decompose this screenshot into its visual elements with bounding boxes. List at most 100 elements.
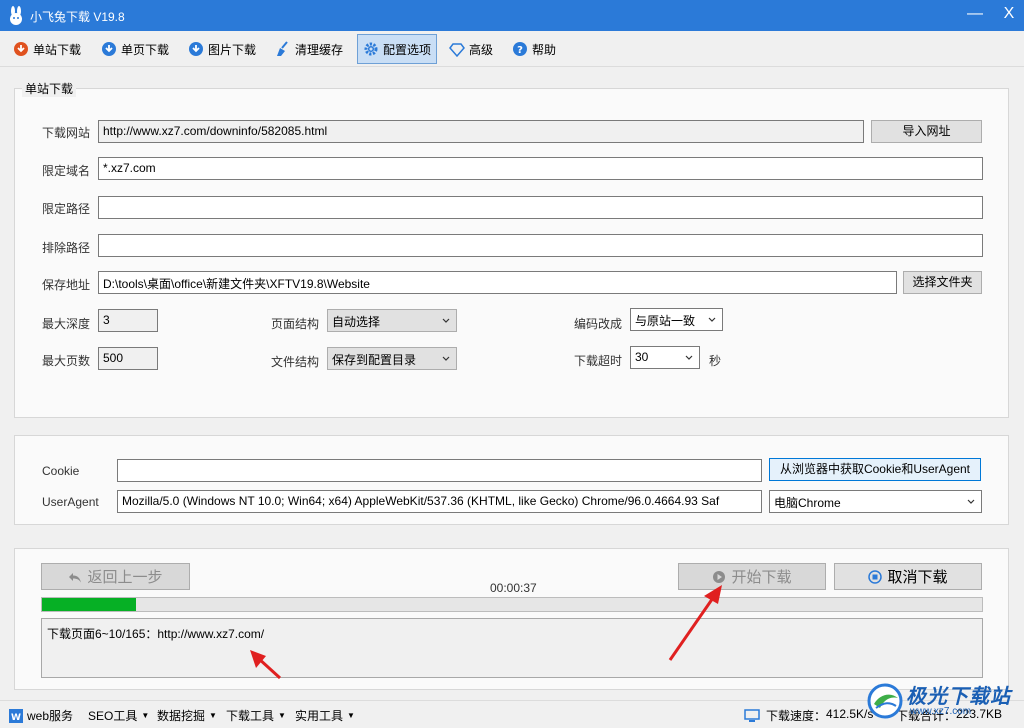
tab-page-download[interactable]: 单页下载 [96,34,174,64]
tab-label: 单页下载 [121,42,170,57]
start-label: 开始下载 [731,569,792,586]
tab-label: 配置选项 [383,42,432,57]
encoding-select[interactable]: 与原站一致 [630,308,723,331]
svg-text:?: ? [517,45,523,56]
page-structure-select[interactable]: 自动选择 [327,309,457,332]
menu-label: 下载工具 [226,709,275,723]
tab-help[interactable]: ? 帮助 [507,34,561,64]
select-value: 电脑Chrome [774,496,841,510]
rabbit-app-icon [10,6,22,25]
caret-down-icon: ▼ [278,711,286,720]
chevron-down-icon [708,317,716,322]
tab-image-download[interactable]: 图片下载 [183,34,261,64]
title-bar: 小飞兔下载 V19.8 — X [0,0,1024,31]
back-label: 返回上一步 [87,569,163,586]
gear-icon [364,42,378,56]
tab-label: 图片下载 [208,42,257,57]
help-icon: ? [513,42,527,56]
file-structure-label: 文件结构 [271,355,320,369]
tab-label: 高级 [469,42,494,57]
menu-label: 数据挖掘 [157,709,206,723]
select-value: 自动选择 [332,315,381,329]
tab-label: 清理缓存 [295,42,344,57]
menu-data-mining[interactable]: 数据挖掘 ▼ [157,707,217,724]
domain-field[interactable]: *.xz7.com [98,157,983,180]
menu-seo-tools[interactable]: SEO工具 ▼ [88,707,149,724]
timeout-select[interactable]: 30 [630,346,700,369]
caret-down-icon: ▼ [141,711,150,720]
minimize-button[interactable]: — [960,3,990,27]
max-depth-field[interactable]: 3 [98,309,158,332]
download-progress-bar [41,597,983,612]
import-url-button[interactable]: 导入网址 [871,120,982,143]
cookie-label: Cookie [42,464,80,478]
toolbar: 单站下载 单页下载 图片下载 清理缓存 配置选项 高级 ? 帮助 [0,31,1024,67]
menu-utility-tools[interactable]: 实用工具 ▼ [295,707,355,724]
progress-fill [42,598,136,611]
watermark-text: 极光下载站 [906,686,1011,708]
chevron-down-icon [967,499,975,504]
menu-label: 实用工具 [295,709,344,723]
menu-label: SEO工具 [88,709,138,723]
tab-clear-cache[interactable]: 清理缓存 [270,34,348,64]
cancel-download-button[interactable]: 取消下载 [834,563,982,590]
url-field[interactable]: http://www.xz7.com/downinfo/582085.html [98,120,864,143]
cookie-field[interactable] [117,459,762,482]
chevron-down-icon [685,355,693,360]
url-label: 下载网站 [42,126,91,140]
select-value: 保存到配置目录 [332,353,417,367]
file-structure-select[interactable]: 保存到配置目录 [327,347,457,370]
back-button[interactable]: 返回上一步 [41,563,190,590]
choose-folder-button[interactable]: 选择文件夹 [903,271,982,294]
tab-label: 单站下载 [33,42,82,57]
get-cookie-ua-button[interactable]: 从浏览器中获取Cookie和UserAgent [769,458,981,481]
close-button[interactable]: X [994,3,1024,27]
menu-label: web服务 [27,709,74,723]
exclude-label: 排除路径 [42,241,91,255]
watermark-url: www.xz7.com [910,706,972,717]
menu-web-service[interactable]: W web服务 [8,707,73,724]
chevron-down-icon [442,356,450,361]
path-label: 限定路径 [42,202,91,216]
window-title: 小飞兔下载 V19.8 [30,10,125,24]
play-icon [713,570,726,583]
cancel-label: 取消下载 [887,569,948,586]
encoding-label: 编码改成 [574,317,623,331]
undo-icon [69,572,82,582]
exclude-path-field[interactable] [98,234,983,257]
save-path-field[interactable]: D:\tools\桌面\office\新建文件夹\XFTV19.8\Websit… [98,271,897,294]
timeout-label: 下载超时 [574,354,623,368]
select-value: 与原站一致 [635,314,696,328]
path-field[interactable] [98,196,983,219]
tab-site-download[interactable]: 单站下载 [8,34,86,64]
speed-label: 下载速度： [766,709,827,723]
diamond-icon [449,43,465,57]
aurora-logo-icon [867,683,903,719]
timeout-unit: 秒 [709,354,722,368]
broom-icon [277,41,288,56]
network-icon [744,709,760,722]
group-title: 单站下载 [22,80,77,97]
save-path-label: 保存地址 [42,278,91,292]
download-cloud-icon [189,42,203,56]
tab-config-options[interactable]: 配置选项 [357,34,438,64]
download-cloud-icon [102,42,116,56]
useragent-field[interactable]: Mozilla/5.0 (Windows NT 10.0; Win64; x64… [117,490,762,513]
stop-icon [868,569,883,584]
max-pages-label: 最大页数 [42,354,91,368]
web-icon: W [9,708,23,723]
menu-download-tools[interactable]: 下载工具 ▼ [226,707,286,724]
caret-down-icon: ▼ [347,711,355,720]
domain-label: 限定域名 [42,164,91,178]
tab-label: 帮助 [532,42,557,57]
useragent-label: UserAgent [42,495,99,509]
download-log: 下载页面6~10/165：http://www.xz7.com/ [41,618,983,678]
watermark-logo: 极光下载站 www.xz7.com [862,676,1022,726]
max-pages-field[interactable]: 500 [98,347,158,370]
page-structure-label: 页面结构 [271,317,320,331]
tab-advanced[interactable]: 高级 [444,34,498,64]
ua-preset-select[interactable]: 电脑Chrome [769,490,982,513]
elapsed-timer: 00:00:37 [490,581,537,595]
start-download-button[interactable]: 开始下载 [678,563,826,590]
download-cloud-icon [14,42,28,56]
